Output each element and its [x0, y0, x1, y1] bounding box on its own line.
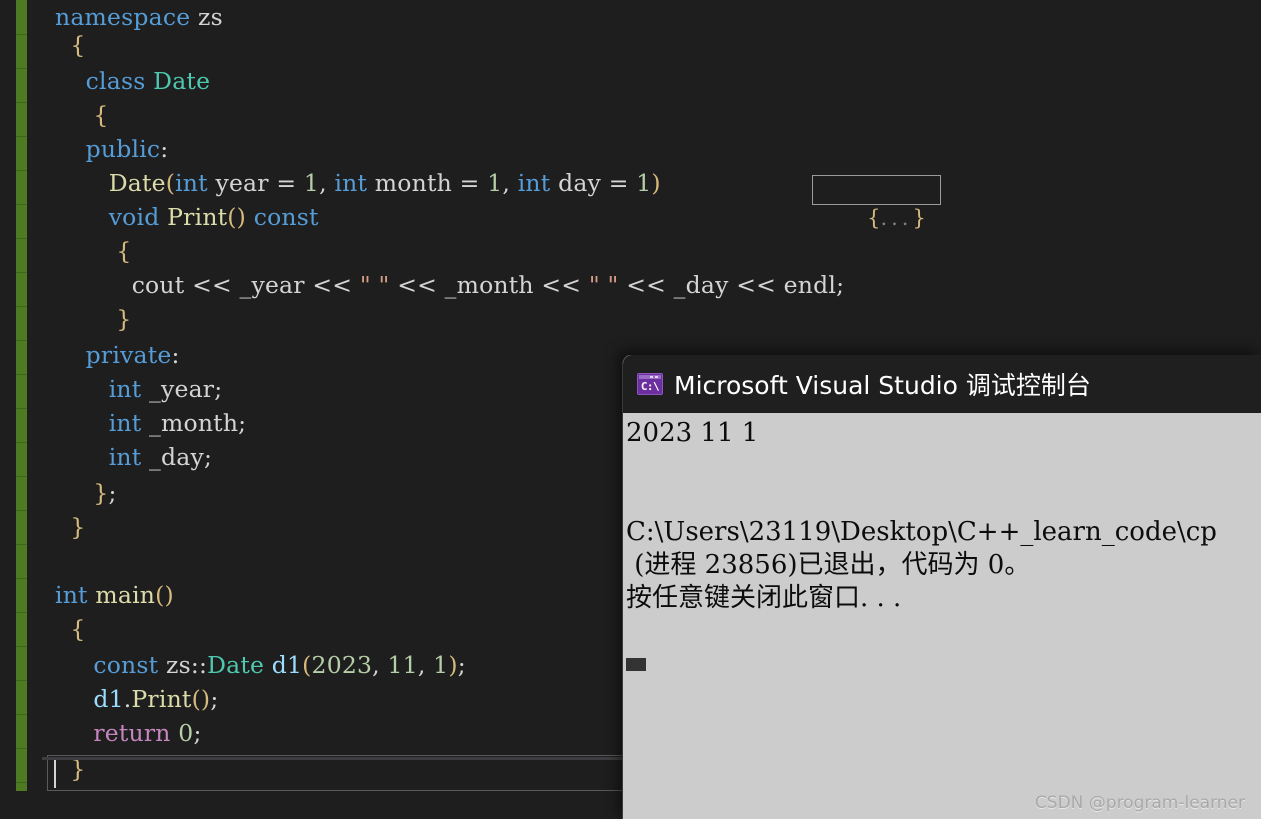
- collapsed-ellipsis: ...: [880, 206, 913, 230]
- change-bar-segment: [16, 578, 27, 579]
- collapsed-open-brace: {: [867, 206, 881, 230]
- console-output-line: 2023 11 1: [626, 418, 759, 448]
- current-line-highlight: [47, 755, 624, 791]
- console-title-bar[interactable]: C:\ Microsoft Visual Studio 调试控制台: [623, 355, 1261, 413]
- collapsed-code-block[interactable]: {...}: [812, 175, 941, 230]
- change-bar-segment: [16, 408, 27, 409]
- code-line: cout << _year << " " << _month << " " <<…: [55, 271, 845, 299]
- console-output-line: C:\Users\23119\Desktop\C++_learn_code\cp: [626, 517, 1217, 547]
- change-bar-segment: [16, 442, 27, 443]
- collapsed-close-brace: }: [912, 206, 926, 230]
- console-window-title: Microsoft Visual Studio 调试控制台: [674, 371, 1091, 400]
- code-line: {: [55, 615, 86, 643]
- change-bar-segment: [16, 748, 27, 749]
- code-line: class Date: [55, 67, 211, 95]
- change-bar-segment: [16, 510, 27, 511]
- code-line: d1.Print();: [55, 685, 219, 713]
- code-line: int _month;: [55, 409, 247, 437]
- change-bar-segment: [16, 782, 27, 783]
- console-output-area[interactable]: 2023 11 1 C:\Users\23119\Desktop\C++_lea…: [623, 413, 1261, 819]
- code-line: int main(): [55, 581, 174, 609]
- screen-root: namespace zs { class Date { public: Date…: [0, 0, 1261, 819]
- console-output-line: 按任意键关闭此窗口. . .: [626, 583, 902, 613]
- change-bar-segment: [16, 680, 27, 681]
- change-bar-segment: [16, 204, 27, 205]
- change-bar-segment: [16, 544, 27, 545]
- code-line: {: [55, 31, 86, 59]
- console-icon-glyph: C:\: [640, 380, 660, 393]
- code-line: }: [55, 305, 132, 333]
- console-app-icon: C:\: [637, 373, 663, 395]
- code-line: return 0;: [55, 719, 202, 747]
- code-line: private:: [55, 341, 180, 369]
- change-bar-segment: [16, 272, 27, 273]
- change-bar-segment: [16, 340, 27, 341]
- code-line: {: [55, 101, 109, 129]
- code-line: int _day;: [55, 443, 213, 471]
- editor-change-bar: [16, 0, 27, 791]
- change-bar-segment: [16, 306, 27, 307]
- code-line: Date(int year = 1, int month = 1, int da…: [108, 169, 661, 197]
- change-bar-segment: [16, 34, 27, 35]
- code-line: const zs::Date d1(2023, 11, 1);: [55, 651, 466, 679]
- editor-indicator-margin[interactable]: [0, 0, 16, 819]
- text-caret: [54, 758, 56, 788]
- code-line: }: [55, 513, 86, 541]
- editor-horizontal-scrollbar[interactable]: [42, 757, 622, 760]
- change-bar-segment: [16, 476, 27, 477]
- change-bar-segment: [16, 170, 27, 171]
- console-text-cursor: [626, 658, 646, 671]
- change-bar-segment: [16, 714, 27, 715]
- change-bar-segment: [16, 102, 27, 103]
- code-line: {: [55, 237, 132, 265]
- code-line: void Print() const: [55, 203, 319, 231]
- change-bar-segment: [16, 238, 27, 239]
- change-bar-segment: [16, 612, 27, 613]
- code-line: };: [55, 479, 117, 507]
- console-output-line: (进程 23856)已退出，代码为 0。: [626, 550, 1031, 580]
- change-bar-segment: [16, 646, 27, 647]
- change-bar-segment: [16, 136, 27, 137]
- debug-console-window[interactable]: C:\ Microsoft Visual Studio 调试控制台 2023 1…: [622, 355, 1261, 819]
- change-bar-segment: [16, 68, 27, 69]
- code-line: int _year;: [55, 375, 223, 403]
- change-bar-segment: [16, 374, 27, 375]
- code-line: public:: [55, 135, 169, 163]
